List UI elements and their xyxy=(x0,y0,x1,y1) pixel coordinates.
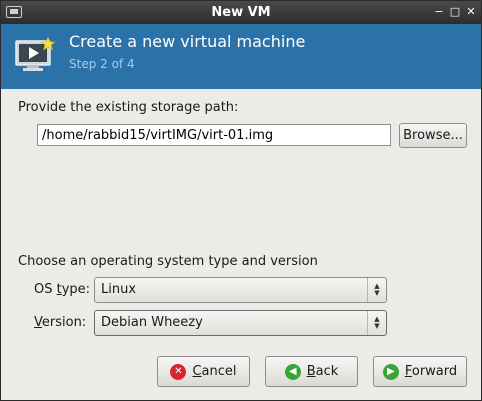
cancel-button[interactable]: ✕ Cancel xyxy=(157,356,250,387)
cancel-icon: ✕ xyxy=(170,363,187,380)
browse-button-label: Browse... xyxy=(403,128,463,143)
back-arrow-icon: ◀ xyxy=(284,363,301,380)
version-value: Debian Wheezy xyxy=(101,315,203,330)
forward-arrow-icon: ▶ xyxy=(382,363,399,380)
wizard-header: Create a new virtual machine Step 2 of 4 xyxy=(1,24,481,89)
os-section-label: Choose an operating system type and vers… xyxy=(18,254,318,269)
wizard-title: Create a new virtual machine xyxy=(69,32,306,51)
forward-button-label: Forward xyxy=(404,364,458,379)
os-type-select[interactable]: Linux ▲ ▼ xyxy=(94,277,387,303)
os-type-value: Linux xyxy=(101,282,137,297)
vm-monitor-icon xyxy=(15,37,55,71)
window-title: New VM xyxy=(211,5,271,20)
storage-path-label: Provide the existing storage path: xyxy=(18,100,239,115)
cancel-button-label: Cancel xyxy=(192,364,237,379)
os-type-label: OS type: xyxy=(34,282,91,297)
browse-button[interactable]: Browse... xyxy=(399,123,467,148)
spin-arrows-icon: ▲ ▼ xyxy=(367,278,386,302)
back-button-label: Back xyxy=(306,364,339,379)
version-select[interactable]: Debian Wheezy ▲ ▼ xyxy=(94,310,387,336)
wizard-step: Step 2 of 4 xyxy=(69,57,135,71)
close-icon[interactable]: ✕ xyxy=(464,5,478,19)
back-button[interactable]: ◀ Back xyxy=(265,356,358,387)
title-bar[interactable]: New VM − □ ✕ xyxy=(1,1,481,24)
minimize-icon[interactable]: − xyxy=(432,5,446,19)
maximize-icon[interactable]: □ xyxy=(448,5,462,19)
storage-path-input[interactable] xyxy=(37,124,391,146)
forward-button[interactable]: ▶ Forward xyxy=(373,356,467,387)
version-label: Version: xyxy=(34,315,87,330)
spin-arrows-icon: ▲ ▼ xyxy=(367,311,386,335)
new-vm-window: New VM − □ ✕ Create a new virtual machin… xyxy=(0,0,482,401)
